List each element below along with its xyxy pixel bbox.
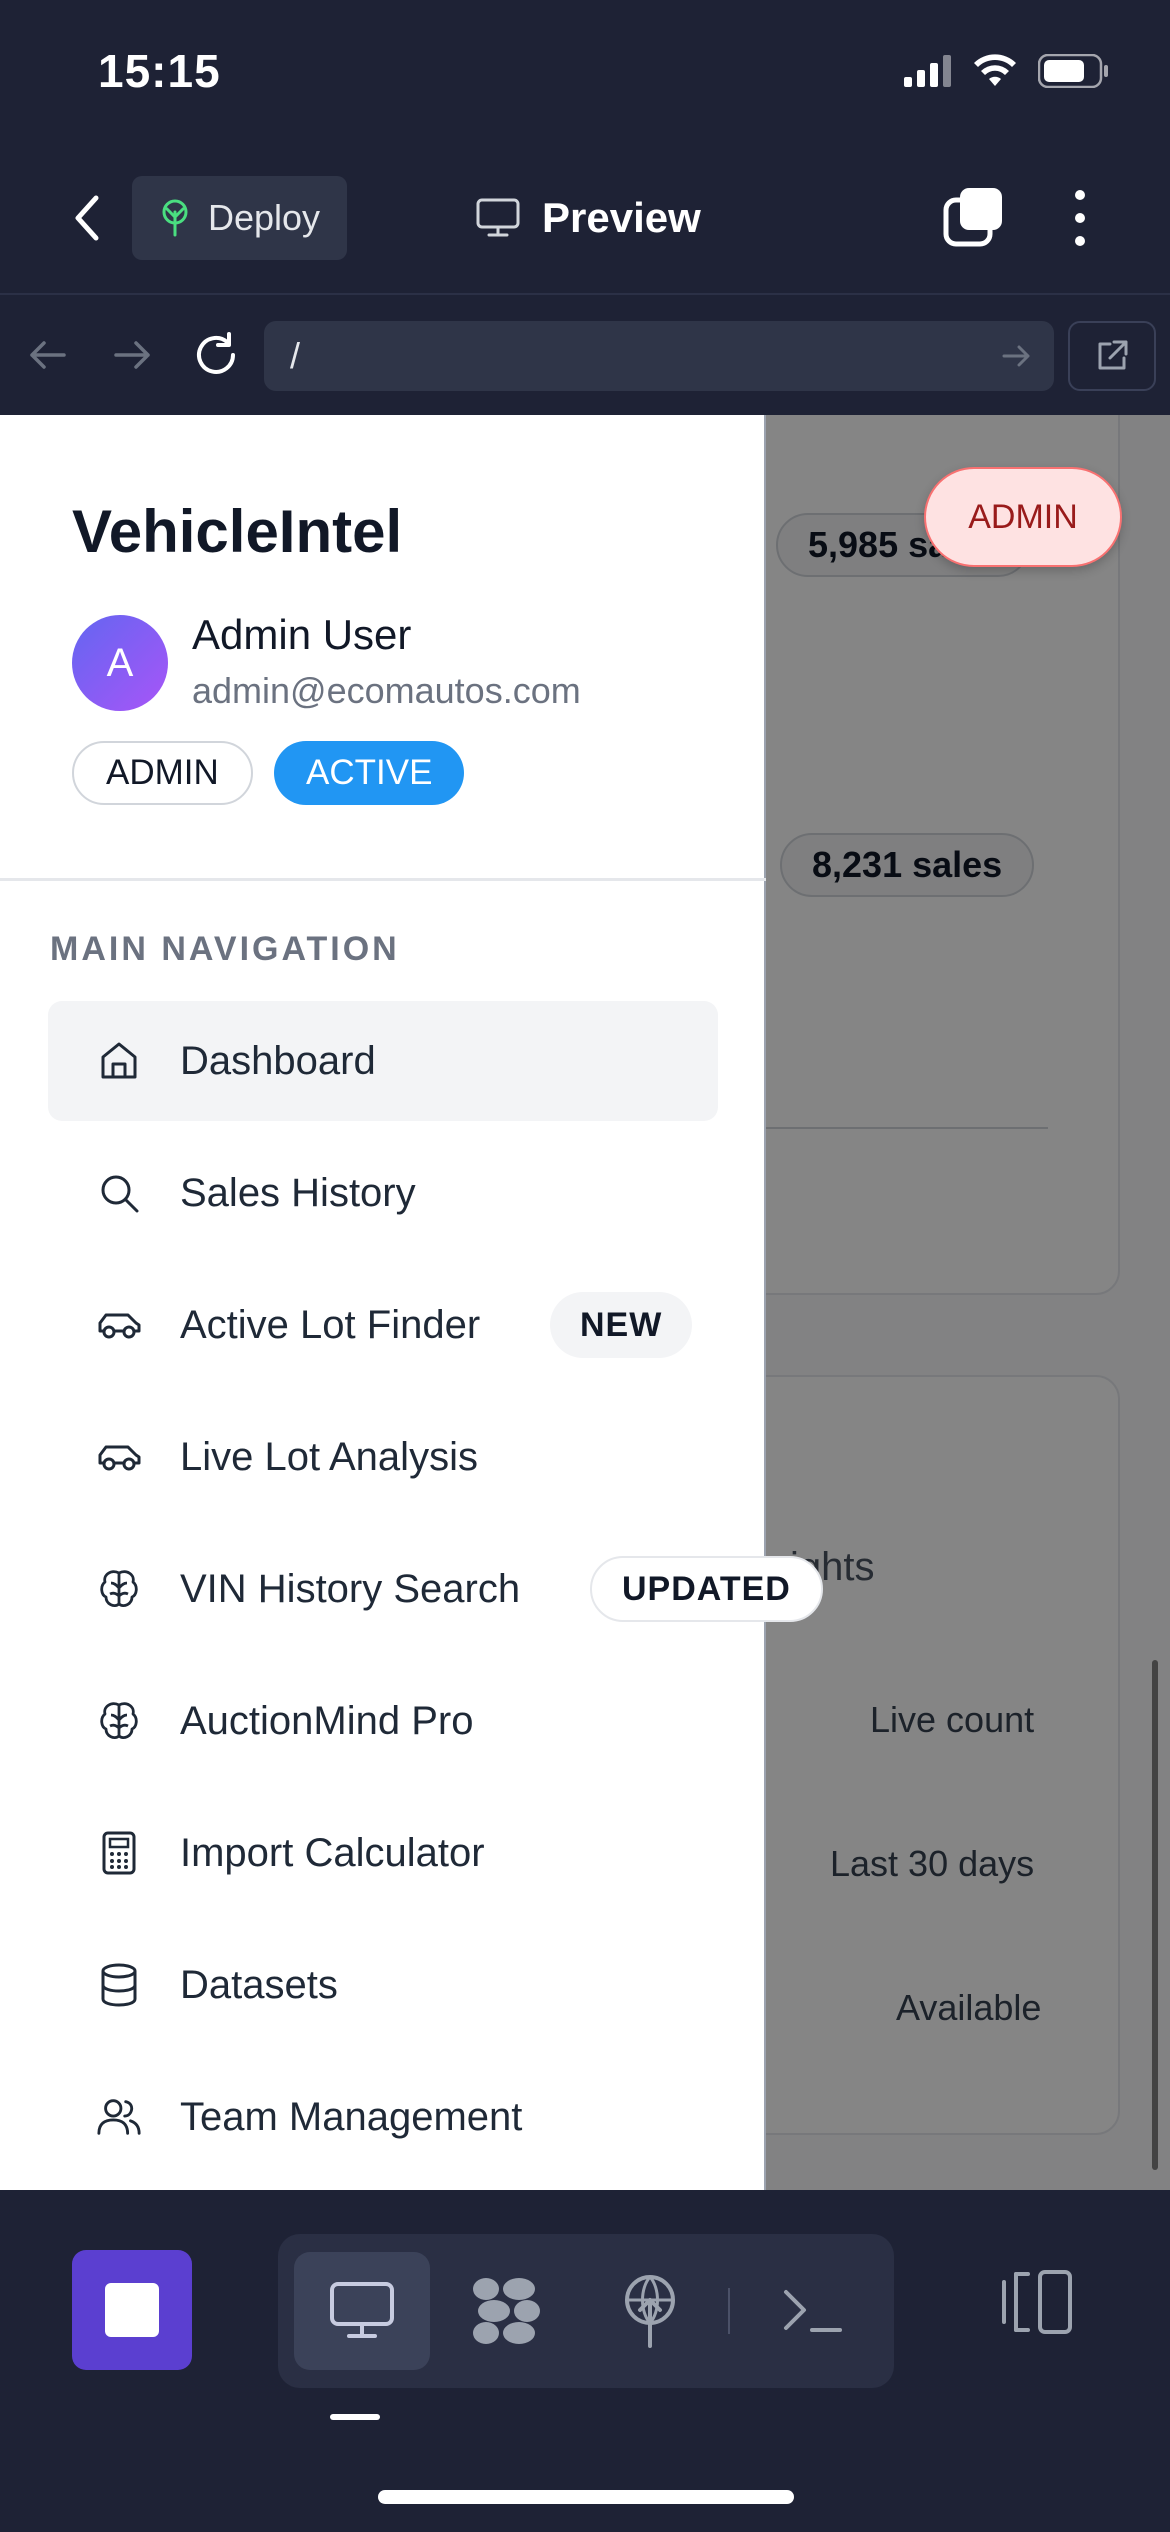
admin-badge[interactable]: ADMIN — [924, 467, 1122, 567]
nav-label: Import Calculator — [180, 1830, 485, 1875]
nav-label: Active Lot Finder — [180, 1302, 481, 1347]
split-view-button[interactable] — [1000, 2264, 1076, 2340]
user-name: Admin User — [192, 611, 412, 658]
nodes-tool-button[interactable] — [438, 2252, 574, 2370]
calculator-icon — [96, 1830, 142, 1876]
wifi-icon — [974, 54, 1016, 86]
nav-item-import-calculator[interactable]: Import Calculator — [48, 1793, 718, 1913]
nav-label: Team Management — [180, 2094, 523, 2139]
reload-button[interactable] — [188, 327, 244, 383]
status-icons — [904, 54, 1110, 88]
separator — [728, 2288, 730, 2334]
monitor-icon — [330, 2282, 394, 2338]
home-indicator — [378, 2490, 794, 2504]
nav-item-vin-history-search[interactable]: VIN History Search UPDATED — [48, 1529, 823, 1649]
preview-tool-button[interactable] — [294, 2252, 430, 2370]
split-view-icon — [1002, 2270, 1072, 2334]
deploy-label: Deploy — [208, 197, 321, 238]
navigation-drawer: VehicleIntel A Admin User admin@ecomauto… — [0, 415, 823, 2190]
nav-item-live-lot-analysis[interactable]: Live Lot Analysis — [48, 1397, 718, 1517]
deploy-tool-button[interactable] — [582, 2252, 718, 2370]
open-external-button[interactable] — [1068, 321, 1156, 391]
bottom-toolbar — [0, 2190, 1170, 2532]
nav-item-dashboard[interactable]: Dashboard — [48, 1001, 718, 1121]
nav-item-sales-history[interactable]: Sales History — [48, 1133, 718, 1253]
updated-badge: UPDATED — [590, 1556, 823, 1622]
nav-label: Dashboard — [180, 1038, 376, 1083]
external-link-icon — [1098, 340, 1128, 370]
status-time: 15:15 — [98, 45, 221, 97]
arrow-left-icon — [30, 341, 66, 369]
scrollbar[interactable] — [1152, 1660, 1158, 2170]
back-button[interactable] — [62, 188, 112, 248]
dot — [1075, 236, 1085, 246]
tool-switcher — [278, 2234, 894, 2388]
deploy-icon — [162, 199, 188, 237]
browser-back-button[interactable] — [20, 327, 76, 383]
reload-icon — [197, 332, 235, 374]
browser-forward-button[interactable] — [104, 327, 160, 383]
avatar: A — [72, 615, 168, 711]
new-badge: NEW — [550, 1292, 693, 1358]
section-label: MAIN NAVIGATION — [50, 930, 400, 968]
brain-icon — [96, 1566, 142, 1612]
deploy-button[interactable]: Deploy — [132, 176, 347, 260]
brand-title: VehicleIntel — [72, 498, 403, 565]
monitor-icon — [476, 198, 520, 237]
nav-label: AuctionMind Pro — [180, 1698, 474, 1743]
database-icon — [96, 1962, 142, 2008]
stop-icon — [105, 2283, 159, 2337]
url-text: / — [290, 335, 301, 376]
nodes-icon — [473, 2278, 540, 2344]
battery-icon — [1038, 54, 1108, 88]
app-header: Deploy Preview — [0, 140, 1170, 295]
tabs-icon — [943, 188, 1002, 247]
stop-button[interactable] — [72, 2250, 192, 2370]
nav-item-auctionmind-pro[interactable]: AuctionMind Pro — [48, 1661, 718, 1781]
brain-icon — [96, 1698, 142, 1744]
nav-item-team-management[interactable]: Team Management — [48, 2057, 718, 2177]
more-options-button[interactable] — [1058, 186, 1102, 250]
url-input[interactable]: / — [264, 321, 1054, 391]
nav-label: Live Lot Analysis — [180, 1434, 478, 1479]
dot — [1075, 213, 1085, 223]
tabs-button[interactable] — [942, 186, 1006, 250]
terminal-icon — [784, 2290, 842, 2332]
users-icon — [96, 2094, 142, 2140]
arrow-right-icon — [114, 341, 150, 369]
nav-label: Sales History — [180, 1170, 416, 1215]
active-tool-indicator — [330, 2414, 380, 2420]
nav-item-active-lot-finder[interactable]: Active Lot Finder NEW — [48, 1265, 718, 1385]
globe-upload-icon — [625, 2275, 675, 2348]
dot — [1075, 190, 1085, 200]
url-bar: / — [0, 297, 1170, 415]
home-icon — [96, 1038, 142, 1084]
nav-item-datasets[interactable]: Datasets — [48, 1925, 718, 2045]
search-icon — [96, 1170, 142, 1216]
chevron-left-icon — [75, 195, 99, 241]
preview-tab[interactable]: Preview — [476, 188, 701, 248]
role-badge: ADMIN — [72, 741, 253, 805]
go-arrow-icon[interactable] — [1000, 339, 1034, 373]
car-icon — [96, 1434, 142, 1480]
car-icon — [96, 1302, 142, 1348]
nav-label: VIN History Search — [180, 1566, 521, 1611]
web-preview: 5,985 sales 8,231 sales ights Live count… — [0, 415, 1170, 2190]
cellular-signal-icon — [904, 55, 951, 87]
preview-label: Preview — [542, 194, 701, 241]
status-badge: ACTIVE — [274, 741, 465, 805]
terminal-tool-button[interactable] — [746, 2252, 882, 2370]
nav-label: Datasets — [180, 1962, 338, 2007]
user-email: admin@ecomautos.com — [192, 670, 581, 711]
divider — [0, 878, 766, 881]
status-bar: 15:15 — [0, 0, 1170, 140]
